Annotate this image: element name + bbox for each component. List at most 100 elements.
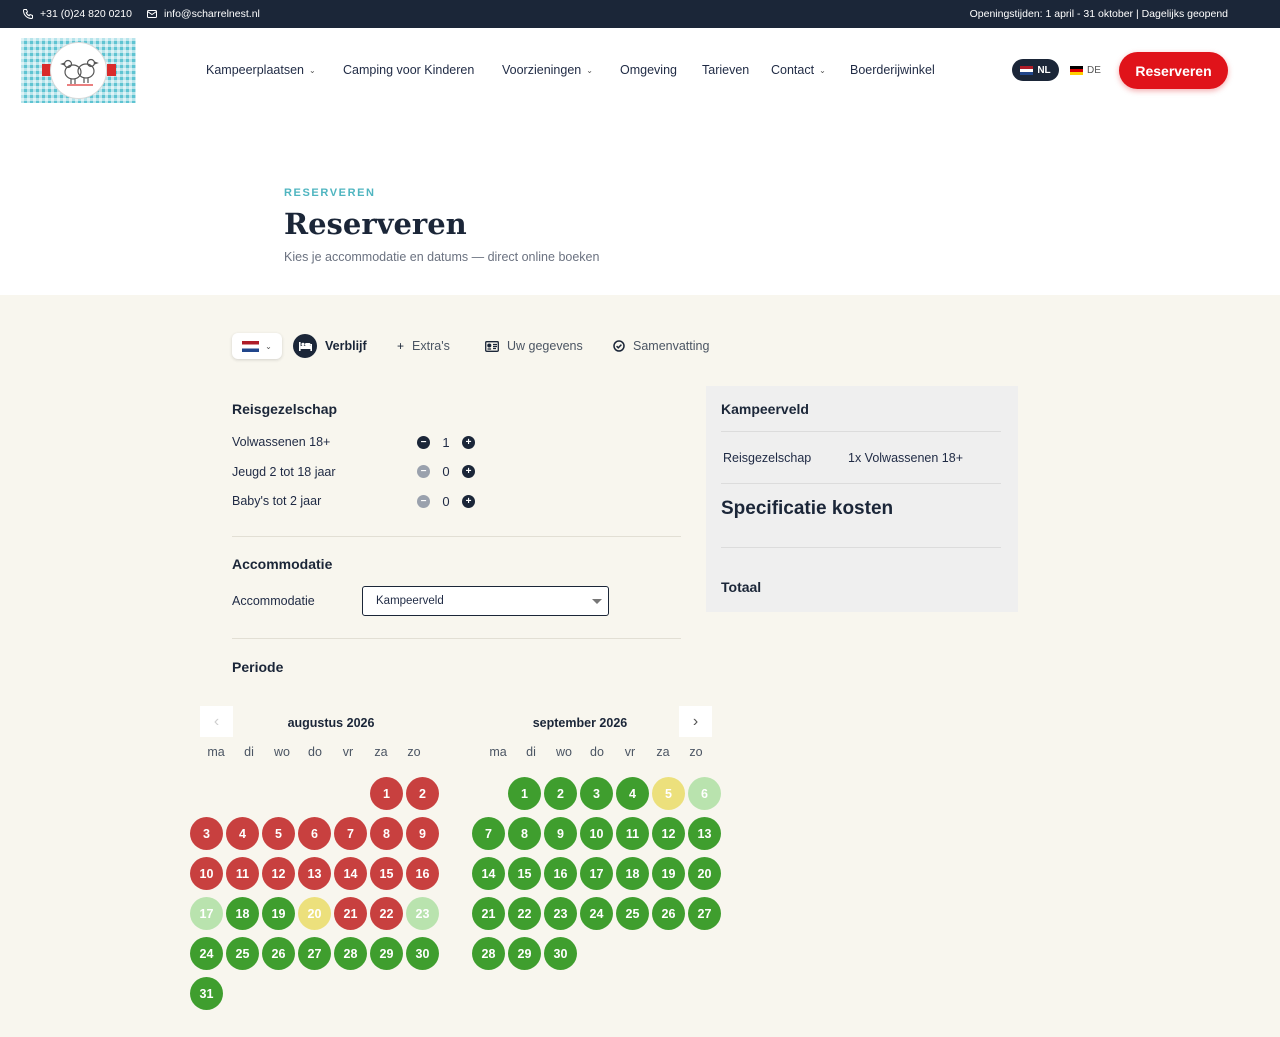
calendar-day[interactable]: 18: [616, 857, 649, 890]
divider: [232, 536, 681, 537]
nav-kampeerplaatsen[interactable]: Kampeerplaatsen ⌄: [206, 63, 316, 77]
calendar-day[interactable]: 30: [406, 937, 439, 970]
calendar-day[interactable]: 5: [652, 777, 685, 810]
nav-contact[interactable]: Contact ⌄: [771, 63, 826, 77]
calendar-day[interactable]: 7: [472, 817, 505, 850]
calendar-day[interactable]: 4: [616, 777, 649, 810]
weekday-label: vr: [624, 745, 636, 759]
weekday-label: wo: [274, 745, 290, 759]
calendar-day[interactable]: 21: [472, 897, 505, 930]
calendar-day[interactable]: 12: [652, 817, 685, 850]
calendar-day[interactable]: 22: [508, 897, 541, 930]
calendar-day[interactable]: 15: [508, 857, 541, 890]
calendar-day[interactable]: 25: [226, 937, 259, 970]
calendar-day[interactable]: 10: [580, 817, 613, 850]
calendar-day[interactable]: 26: [262, 937, 295, 970]
calendar-day[interactable]: 29: [370, 937, 403, 970]
calendar-day[interactable]: 24: [190, 937, 223, 970]
previous-month-button[interactable]: ‹: [200, 706, 233, 737]
calendar-day[interactable]: 27: [688, 897, 721, 930]
babies-stepper[interactable]: − 0 +: [417, 493, 475, 509]
calendar-day: 12: [262, 857, 295, 890]
nav-omgeving[interactable]: Omgeving: [620, 63, 677, 77]
calendar-day[interactable]: 29: [508, 937, 541, 970]
phone-number: +31 (0)24 820 0210: [40, 8, 132, 20]
plus-icon[interactable]: +: [462, 435, 475, 449]
calendar-day[interactable]: 26: [652, 897, 685, 930]
calendar-day: 9: [406, 817, 439, 850]
calendar-day[interactable]: 17: [190, 897, 223, 930]
phone-link[interactable]: +31 (0)24 820 0210: [22, 0, 132, 28]
calendar-day[interactable]: 1: [508, 777, 541, 810]
calendar-day[interactable]: 27: [298, 937, 331, 970]
step-samenvatting[interactable]: Samenvatting: [613, 333, 709, 359]
site-logo[interactable]: [21, 38, 136, 103]
booking-language-select[interactable]: ⌄: [232, 333, 282, 359]
calendar-day[interactable]: 3: [580, 777, 613, 810]
minus-icon[interactable]: −: [417, 435, 430, 449]
nav-label: Contact: [771, 63, 815, 77]
step-label: Uw gegevens: [507, 339, 583, 353]
chicken-illustration-icon: [59, 58, 99, 86]
cost-specification-title: Specificatie kosten: [721, 498, 894, 519]
page-subtitle: Kies je accommodatie en datums — direct …: [284, 250, 600, 264]
calendar-day: 13: [298, 857, 331, 890]
reserve-button[interactable]: Reserveren: [1119, 52, 1228, 89]
calendar-day[interactable]: 24: [580, 897, 613, 930]
calendar-day[interactable]: 23: [544, 897, 577, 930]
nav-tarieven[interactable]: Tarieven: [702, 63, 749, 77]
total-label: Totaal: [721, 579, 762, 595]
nav-camping-voor-kinderen[interactable]: Camping voor Kinderen: [343, 63, 474, 77]
nav-label: Boerderijwinkel: [850, 63, 935, 77]
calendar-day[interactable]: 31: [190, 977, 223, 1010]
calendar-day[interactable]: 30: [544, 937, 577, 970]
nav-voorzieningen[interactable]: Voorzieningen ⌄: [502, 63, 593, 77]
calendar-day[interactable]: 6: [688, 777, 721, 810]
calendar-day[interactable]: 25: [616, 897, 649, 930]
calendar-day[interactable]: 19: [262, 897, 295, 930]
calendar-day[interactable]: 19: [652, 857, 685, 890]
adults-stepper[interactable]: − 1 +: [417, 434, 475, 450]
language-nl-button[interactable]: NL: [1012, 59, 1059, 81]
email-address: info@scharrelnest.nl: [164, 8, 260, 20]
logo-emblem: [50, 42, 107, 99]
nl-flag-icon: [1020, 65, 1034, 75]
calendar-day: 8: [370, 817, 403, 850]
youth-stepper[interactable]: − 0 +: [417, 463, 475, 479]
opening-hours: Openingstijden: 1 april - 31 oktober | D…: [969, 8, 1228, 20]
calendar-day[interactable]: 20: [298, 897, 331, 930]
calendar-day[interactable]: 23: [406, 897, 439, 930]
step-uw-gegevens[interactable]: Uw gegevens: [485, 333, 583, 359]
calendar-day[interactable]: 18: [226, 897, 259, 930]
minus-icon[interactable]: −: [417, 494, 430, 508]
nav-label: Omgeving: [620, 63, 677, 77]
next-month-button[interactable]: ›: [679, 706, 712, 737]
nav-label: Camping voor Kinderen: [343, 63, 475, 77]
email-link[interactable]: info@scharrelnest.nl: [146, 0, 260, 28]
plus-icon: +: [397, 339, 405, 353]
calendar-day[interactable]: 17: [580, 857, 613, 890]
calendar-day[interactable]: 13: [688, 817, 721, 850]
step-extras[interactable]: + Extra's: [397, 333, 450, 359]
nav-boerderijwinkel[interactable]: Boerderijwinkel: [850, 63, 935, 77]
top-bar: +31 (0)24 820 0210 info@scharrelnest.nl …: [0, 0, 1280, 28]
calendar-day[interactable]: 16: [544, 857, 577, 890]
summary-party-value: 1x Volwassenen 18+: [848, 451, 964, 465]
calendar-day[interactable]: 20: [688, 857, 721, 890]
calendar-day[interactable]: 28: [334, 937, 367, 970]
plus-icon[interactable]: +: [462, 494, 475, 508]
accommodation-select[interactable]: Kampeerveld: [362, 586, 609, 616]
accommodation-label: Accommodatie: [232, 594, 315, 608]
plus-icon[interactable]: +: [462, 464, 475, 478]
calendar-day[interactable]: 11: [616, 817, 649, 850]
calendar-day[interactable]: 14: [472, 857, 505, 890]
weekday-label: do: [308, 745, 322, 759]
minus-icon[interactable]: −: [417, 464, 430, 478]
calendar-day[interactable]: 28: [472, 937, 505, 970]
step-verblijf[interactable]: Verblijf: [293, 333, 367, 359]
language-de-button[interactable]: DE: [1070, 59, 1101, 81]
calendar-day[interactable]: 9: [544, 817, 577, 850]
nl-flag-icon: [242, 340, 260, 352]
calendar-day[interactable]: 2: [544, 777, 577, 810]
calendar-day[interactable]: 8: [508, 817, 541, 850]
